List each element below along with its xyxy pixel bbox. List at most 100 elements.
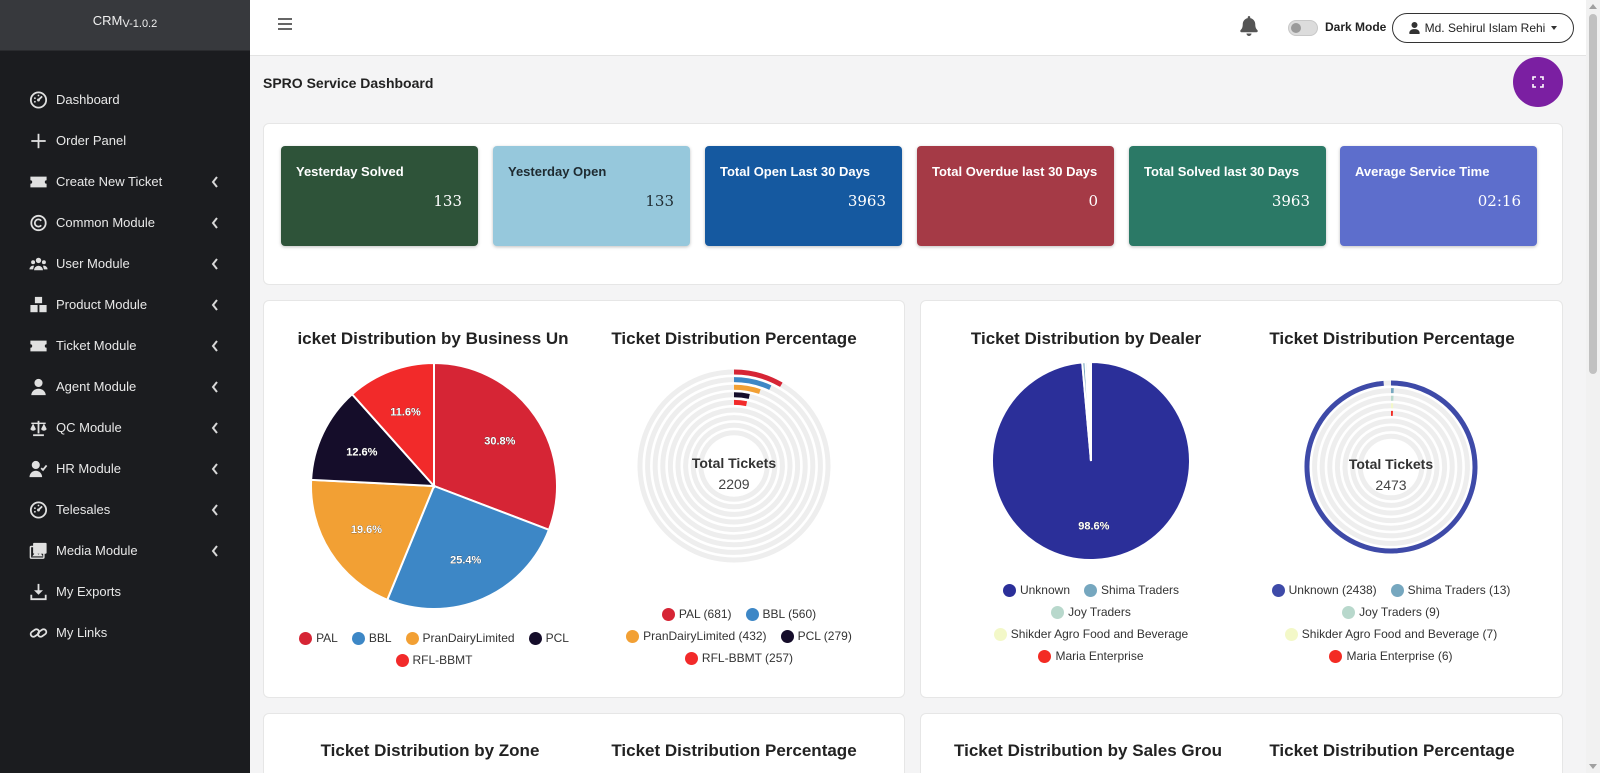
- legend-marker: [528, 631, 542, 645]
- dealer-percentage-legend-item[interactable]: Shima Traders (13): [1390, 583, 1510, 597]
- legend-label: PranDairyLimited: [422, 631, 515, 645]
- radial-bar-rfl-bbmt[interactable]: [733, 399, 748, 407]
- radial-center-label: Total Tickets: [692, 455, 777, 471]
- sidebar-item-my-links[interactable]: My Links: [0, 612, 250, 653]
- dealer-legend-item[interactable]: Shima Traders: [1084, 583, 1179, 597]
- stat-card-total-open-last-30-days: Total Open Last 30 Days 3963: [705, 146, 902, 246]
- scroll-down-arrow-icon[interactable]: [1589, 764, 1597, 769]
- chevron-left-icon: [210, 216, 220, 229]
- sidebar-item-media-module[interactable]: Media Module: [0, 530, 250, 571]
- topbar: Dark Mode Md. Sehirul Islam Rehi: [250, 0, 1586, 56]
- legend-marker: [1329, 649, 1343, 663]
- legend-label: BBL: [368, 631, 392, 645]
- scroll-up-arrow-icon[interactable]: [1589, 4, 1597, 9]
- legend-marker: [993, 627, 1007, 641]
- legend-marker: [626, 629, 640, 643]
- business-unit-legend-item[interactable]: PAL: [299, 631, 338, 645]
- fullscreen-button[interactable]: [1513, 57, 1563, 107]
- zone-chart-title: Ticket Distribution by Zone: [320, 741, 540, 760]
- dark-mode-toggle[interactable]: [1288, 20, 1318, 36]
- business-unit-percentage-legend-item[interactable]: PAL (681): [661, 607, 732, 621]
- boxes-icon: [28, 296, 48, 314]
- sidebar-item-user-module[interactable]: User Module: [0, 243, 250, 284]
- legend-marker: [1038, 649, 1052, 663]
- pie-data-label: 12.6%: [346, 447, 377, 459]
- expand-icon: [1532, 76, 1544, 88]
- sidebar-item-product-module[interactable]: Product Module: [0, 284, 250, 325]
- dealer-percentage-legend-item[interactable]: Joy Traders (9): [1342, 605, 1440, 619]
- business-unit-percentage-legend-item[interactable]: RFL-BBMT (257): [684, 651, 794, 665]
- sidebar-item-common-module[interactable]: Common Module: [0, 202, 250, 243]
- business-unit-percentage-legend-item[interactable]: BBL (560): [745, 607, 817, 621]
- chevron-left-icon: [210, 257, 220, 270]
- sales-group-chart-title: Ticket Distribution by Sales Grou: [954, 741, 1222, 760]
- business-unit-legend-item[interactable]: PCL: [528, 631, 569, 645]
- legend-label: Unknown: [1019, 583, 1070, 597]
- sidebar-item-order-panel[interactable]: Order Panel: [0, 120, 250, 161]
- dealer-legend: Unknown Shima Traders Joy Traders Shikder A…: [961, 583, 1221, 663]
- business-unit-percentage-title: Ticket Distribution Percentage: [611, 329, 857, 348]
- dealer-percentage-legend-item[interactable]: Maria Enterprise (6): [1329, 649, 1453, 663]
- user-name: Md. Sehirul Islam Rehi: [1424, 21, 1546, 35]
- sidebar-item-telesales[interactable]: Telesales: [0, 489, 250, 530]
- radial-center-value: 2473: [1375, 477, 1406, 493]
- business-unit-legend-item[interactable]: BBL: [351, 631, 392, 645]
- legend-label: Shikder Agro Food and Beverage (7): [1301, 627, 1498, 641]
- sidebar-item-agent-module[interactable]: Agent Module: [0, 366, 250, 407]
- business-unit-percentage-legend-item[interactable]: PCL (279): [780, 629, 852, 643]
- legend-label: Shima Traders: [1101, 583, 1180, 597]
- legend-marker: [1342, 605, 1356, 619]
- sidebar-item-ticket-module[interactable]: Ticket Module: [0, 325, 250, 366]
- sidebar-item-label: Media Module: [56, 543, 138, 558]
- sidebar-item-dashboard[interactable]: Dashboard: [0, 79, 250, 120]
- chevron-left-icon: [210, 421, 220, 434]
- hamburger-menu-icon[interactable]: [278, 18, 292, 30]
- scrollbar-thumb[interactable]: [1589, 14, 1597, 374]
- legend-label: PCL: [545, 631, 569, 645]
- business-unit-chart-title: icket Distribution by Business Un: [297, 329, 569, 348]
- dealer-pie-chart: 98.6%: [991, 360, 1191, 561]
- dealer-legend-item[interactable]: Shikder Agro Food and Beverage: [993, 627, 1188, 641]
- stat-card-title: Yesterday Open: [508, 164, 607, 179]
- legend-label: BBL (560): [762, 607, 817, 621]
- business-unit-legend-item[interactable]: PranDairyLimited: [405, 631, 515, 645]
- dealer-legend-item[interactable]: Unknown: [1002, 583, 1070, 597]
- app-version: V-1.0.2: [122, 18, 158, 30]
- radial-bar-prandairylimited[interactable]: [733, 384, 761, 394]
- stat-card-yesterday-solved: Yesterday Solved 133: [281, 146, 478, 246]
- stat-card-value: 0: [1088, 192, 1098, 210]
- user-icon: [28, 378, 48, 396]
- legend-label: RFL-BBMT (257): [701, 651, 794, 665]
- sidebar-item-label: Telesales: [56, 502, 111, 517]
- dealer-legend-item[interactable]: Joy Traders: [1051, 605, 1131, 619]
- stat-card-title: Total Open Last 30 Days: [720, 164, 871, 179]
- ticket-icon: [28, 337, 48, 355]
- legend-marker: [745, 607, 759, 621]
- pie-data-label: 11.6%: [390, 406, 421, 418]
- radial-bar-pcl[interactable]: [733, 392, 750, 399]
- business-unit-percentage-legend-item[interactable]: PranDairyLimited (432): [626, 629, 767, 643]
- legend-label: RFL-BBMT: [412, 653, 473, 667]
- sidebar-item-my-exports[interactable]: My Exports: [0, 571, 250, 612]
- sidebar-item-qc-module[interactable]: QC Module: [0, 407, 250, 448]
- user-icon: [1408, 21, 1425, 36]
- legend-marker: [299, 631, 313, 645]
- dealer-percentage-legend: Unknown (2438) Shima Traders (13) Joy Trad…: [1266, 583, 1516, 663]
- chevron-left-icon: [210, 380, 220, 393]
- user-menu-button[interactable]: Md. Sehirul Islam Rehi: [1392, 13, 1574, 43]
- dealer-legend-item[interactable]: Maria Enterprise: [1038, 649, 1144, 663]
- sidebar-item-create-new-ticket[interactable]: Create New Ticket: [0, 161, 250, 202]
- dealer-percentage-legend-item[interactable]: Shikder Agro Food and Beverage (7): [1284, 627, 1498, 641]
- business-unit-pie-chart: 30.8% 25.4% 19.6% 12.6% 11.6%: [310, 361, 558, 610]
- brand-logo[interactable]: CRM V-1.0.2: [0, 0, 250, 51]
- stat-card-title: Total Overdue last 30 Days: [932, 164, 1098, 179]
- legend-label: Joy Traders: [1068, 605, 1131, 619]
- dealer-percentage-legend-item[interactable]: Unknown (2438): [1271, 583, 1377, 597]
- page-title: SPRO Service Dashboard: [263, 75, 434, 91]
- sidebar-item-hr-module[interactable]: HR Module: [0, 448, 250, 489]
- dealer-chart-title: Ticket Distribution by Dealer: [970, 329, 1202, 348]
- notification-bell-icon[interactable]: [1240, 16, 1260, 38]
- legend-label: PranDairyLimited (432): [643, 629, 767, 643]
- business-unit-legend-item[interactable]: RFL-BBMT: [395, 653, 473, 667]
- page-scrollbar[interactable]: [1586, 0, 1600, 773]
